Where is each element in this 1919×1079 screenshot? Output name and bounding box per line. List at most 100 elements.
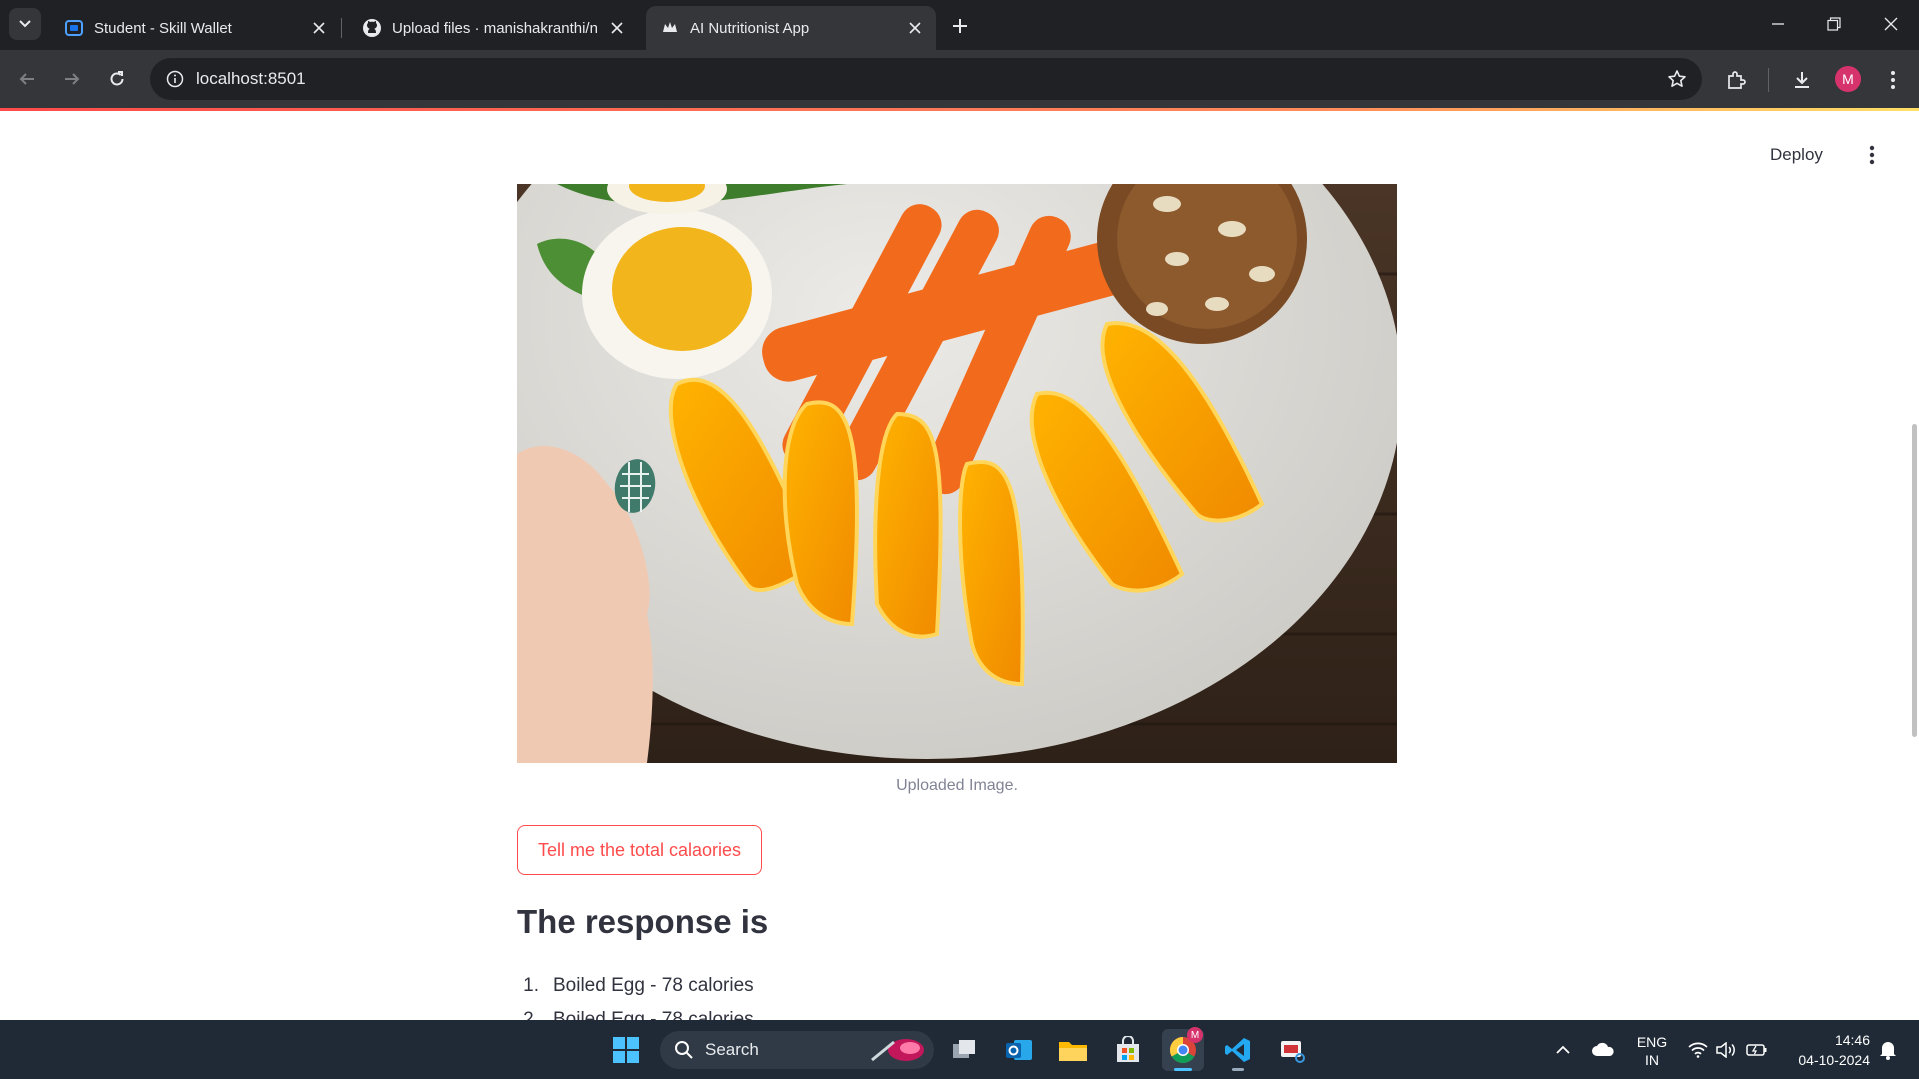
taskbar-store[interactable] [1107, 1029, 1149, 1071]
list-item-text: Boiled Egg - 78 calories [553, 975, 754, 996]
forward-button[interactable] [55, 62, 89, 96]
speaker-icon [1716, 1041, 1735, 1058]
clock-date: 04-10-2024 [1798, 1052, 1870, 1068]
vscode-icon [1225, 1038, 1250, 1062]
language-code: ENG [1636, 1034, 1668, 1050]
tab-title: Student - Skill Wallet [94, 19, 232, 37]
close-icon[interactable] [608, 19, 626, 37]
close-window-button[interactable] [1863, 0, 1919, 48]
folder-icon [1059, 1042, 1087, 1061]
taskbar-vscode[interactable] [1217, 1029, 1259, 1071]
taskbar-search-label: Search [705, 1040, 759, 1059]
tab-title: AI Nutritionist App [690, 19, 810, 37]
chevron-up-icon [1556, 1045, 1570, 1054]
wifi-tray-icon[interactable] [1685, 1020, 1711, 1079]
search-icon [675, 1041, 693, 1059]
running-app-indicator [1232, 1068, 1244, 1071]
bookmark-star-icon[interactable] [1666, 68, 1688, 90]
active-app-indicator [1174, 1068, 1192, 1071]
list-item-text: Boiled Egg - 78 calories [553, 1009, 754, 1020]
new-tab-button[interactable] [946, 12, 974, 40]
notifications-button[interactable] [1874, 1020, 1902, 1079]
address-bar[interactable]: localhost:8501 [150, 58, 1702, 100]
show-hidden-icons-button[interactable] [1552, 1020, 1574, 1079]
close-icon[interactable] [906, 19, 924, 37]
streamlit-crown-icon [660, 18, 680, 38]
browser-menu-button[interactable] [1878, 65, 1908, 95]
tab-github-upload[interactable]: Upload files · manishakranthi/n [348, 6, 638, 50]
start-button[interactable] [605, 1029, 647, 1071]
app-page: Deploy Uploaded Image. Tell me the total… [0, 111, 1919, 1020]
list-item-number: 1. [523, 975, 539, 996]
taskbar-clock[interactable]: 14:46 04-10-2024 [1782, 1030, 1870, 1070]
total-calories-button[interactable]: Tell me the total calaories [517, 825, 762, 875]
windows-logo-icon [613, 1037, 639, 1063]
browser-toolbar: localhost:8501 M [0, 50, 1919, 108]
uploaded-food-image [517, 184, 1397, 763]
taskbar-snipping-tool[interactable] [1271, 1029, 1313, 1071]
arrow-left-icon [19, 73, 34, 85]
input-language-indicator[interactable]: ENG IN [1630, 1033, 1674, 1069]
reload-button[interactable] [100, 62, 134, 96]
github-icon [362, 18, 382, 38]
bell-icon [1880, 1041, 1896, 1060]
list-item: 2. Boiled Egg - 78 calories [517, 1009, 754, 1020]
task-view-icon [953, 1040, 975, 1058]
deploy-button[interactable]: Deploy [1770, 145, 1823, 165]
wifi-icon [1688, 1042, 1708, 1058]
back-button[interactable] [10, 62, 44, 96]
toolbar-divider [1768, 68, 1769, 92]
url-text[interactable]: localhost:8501 [196, 69, 306, 89]
chevron-down-icon [19, 20, 31, 28]
taskbar-chrome[interactable]: M [1162, 1027, 1204, 1071]
response-heading: The response is [517, 903, 769, 940]
outlook-icon [1006, 1040, 1032, 1060]
restore-button[interactable] [1806, 0, 1862, 48]
tab-ai-nutritionist[interactable]: AI Nutritionist App [646, 6, 936, 50]
site-info-icon[interactable] [164, 68, 186, 90]
cloud-icon [1592, 1042, 1614, 1056]
download-icon [1795, 72, 1809, 88]
taskbar-task-view[interactable] [943, 1029, 985, 1071]
list-item: 1. Boiled Egg - 78 calories [517, 975, 754, 1009]
onedrive-tray-icon[interactable] [1590, 1020, 1616, 1079]
search-highlight-icon [871, 1039, 924, 1062]
minimize-button[interactable] [1750, 0, 1806, 48]
taskbar-outlook[interactable] [998, 1029, 1040, 1071]
kebab-menu-icon [1869, 145, 1875, 165]
extensions-button[interactable] [1721, 65, 1751, 95]
arrow-right-icon [65, 73, 80, 85]
skill-wallet-icon [64, 18, 84, 38]
plus-icon [953, 19, 967, 33]
clock-time: 14:46 [1834, 1032, 1870, 1048]
close-icon[interactable] [310, 19, 328, 37]
restore-icon [1827, 17, 1841, 31]
tab-separator [341, 18, 342, 38]
snipping-tool-icon [1281, 1041, 1305, 1063]
minimize-icon [1772, 23, 1784, 25]
puzzle-icon [1728, 71, 1746, 89]
image-caption: Uploaded Image. [896, 777, 1018, 794]
windows-taskbar: Search M ENG IN 14:46 04-10-2024 [0, 1020, 1919, 1079]
taskbar-file-explorer[interactable] [1052, 1029, 1094, 1071]
browser-tab-bar: Student - Skill Wallet Upload files · ma… [0, 0, 1919, 50]
reload-icon [110, 71, 124, 86]
region-code: IN [1645, 1052, 1659, 1068]
tab-skill-wallet[interactable]: Student - Skill Wallet [50, 6, 340, 50]
taskbar-search[interactable]: Search [660, 1031, 934, 1069]
volume-tray-icon[interactable] [1714, 1020, 1740, 1079]
battery-charging-icon [1746, 1043, 1767, 1056]
response-list: 1. Boiled Egg - 78 calories 2. Boiled Eg… [517, 975, 754, 1020]
profile-avatar[interactable]: M [1835, 66, 1861, 92]
chrome-profile-badge: M [1187, 1027, 1203, 1043]
battery-tray-icon[interactable] [1744, 1020, 1770, 1079]
tab-search-button[interactable] [9, 8, 41, 40]
tab-title: Upload files · manishakranthi/n [392, 19, 598, 37]
kebab-menu-icon [1891, 71, 1895, 89]
page-scrollbar[interactable] [1912, 424, 1917, 737]
downloads-button[interactable] [1787, 65, 1817, 95]
list-item-number: 2. [523, 1009, 539, 1020]
store-icon [1117, 1036, 1139, 1062]
main-menu-button[interactable] [1862, 143, 1882, 167]
close-icon [1884, 17, 1898, 31]
